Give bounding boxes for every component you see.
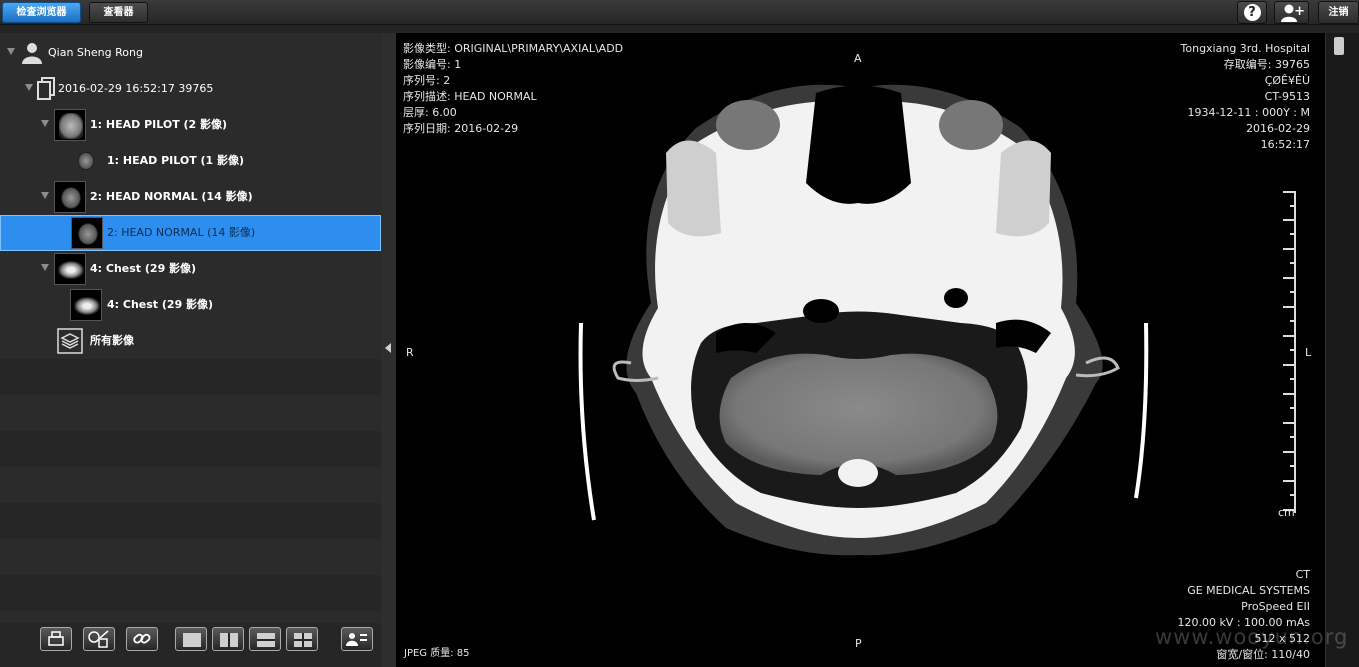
orientation-anterior: A bbox=[854, 52, 862, 65]
tree-item-series-2-selected[interactable]: 2: HEAD NORMAL (14 影像) bbox=[0, 215, 381, 251]
collapse-arrow-icon[interactable] bbox=[385, 343, 391, 353]
link-button[interactable] bbox=[126, 627, 158, 651]
overlay-birth-age-sex: 1934-12-11 : 000Y : M bbox=[1187, 106, 1310, 119]
top-toolbar: 检查浏览器 查看器 ? + 注销 bbox=[0, 0, 1359, 25]
tree-item-series-4-image[interactable]: 4: Chest (29 影像) bbox=[0, 287, 381, 323]
add-user-button[interactable]: + bbox=[1274, 1, 1309, 24]
expand-arrow-icon[interactable] bbox=[25, 84, 33, 91]
patient-name: Qian Sheng Rong bbox=[48, 46, 143, 59]
annotate-button[interactable] bbox=[83, 627, 115, 651]
overlay-window-level: 窗宽/窗位: 110/40 bbox=[1216, 648, 1310, 661]
series-thumbnail bbox=[54, 253, 86, 285]
overlay-modality: CT bbox=[1295, 568, 1310, 581]
shapes-icon bbox=[88, 630, 109, 648]
patient-card-icon bbox=[346, 633, 367, 646]
layout-2x1-button[interactable] bbox=[249, 627, 281, 651]
tree-item-patient[interactable]: Qian Sheng Rong bbox=[0, 35, 381, 71]
image-label: 4: Chest (29 影像) bbox=[107, 298, 214, 311]
panel-collapse-handle[interactable] bbox=[381, 33, 396, 667]
empty-row bbox=[0, 467, 381, 503]
expand-arrow-icon[interactable] bbox=[41, 264, 49, 271]
expand-arrow-icon[interactable] bbox=[41, 120, 49, 127]
overlay-accession-number: 存取编号: 39765 bbox=[1223, 58, 1310, 71]
link-icon bbox=[133, 633, 151, 644]
dicom-viewer-app: 检查浏览器 查看器 ? + 注销 Qian Sheng Rong 2016-02… bbox=[0, 0, 1359, 667]
layout-2x1-icon bbox=[257, 633, 275, 647]
patient-icon bbox=[22, 43, 42, 64]
tree-item-series-1-image[interactable]: 1: HEAD PILOT (1 影像) bbox=[0, 143, 381, 179]
series-label: 1: HEAD PILOT (2 影像) bbox=[90, 118, 228, 131]
empty-row bbox=[0, 503, 381, 539]
overlay-series-date: 序列日期: 2016-02-29 bbox=[403, 122, 519, 135]
tab-viewer[interactable]: 查看器 bbox=[89, 2, 148, 23]
image-thumbnail bbox=[71, 217, 103, 249]
tree-item-series-2[interactable]: 2: HEAD NORMAL (14 影像) bbox=[0, 179, 381, 215]
overlay-image-type: 影像类型: ORIGINAL\PRIMARY\AXIAL\ADD bbox=[403, 42, 624, 55]
empty-row bbox=[0, 395, 381, 431]
scrollbar-thumb[interactable] bbox=[1334, 37, 1344, 55]
series-thumbnail bbox=[54, 109, 86, 141]
overlay-series-description: 序列描述: HEAD NORMAL bbox=[403, 90, 537, 103]
overlay-top-right: Tongxiang 3rd. Hospital 存取编号: 39765 ÇØÊ¥… bbox=[1181, 41, 1310, 153]
tree-item-series-4[interactable]: 4: Chest (29 影像) bbox=[0, 251, 381, 287]
image-thumbnail bbox=[70, 145, 102, 177]
tab-study-browser[interactable]: 检查浏览器 bbox=[2, 2, 81, 23]
overlay-slice-thickness: 层厚: 6.00 bbox=[403, 106, 457, 119]
expand-arrow-icon[interactable] bbox=[41, 192, 49, 199]
series-label: 2: HEAD NORMAL (14 影像) bbox=[90, 190, 253, 203]
empty-row bbox=[0, 575, 381, 611]
study-label: 2016-02-29 16:52:17 39765 bbox=[58, 82, 214, 95]
layout-1x2-icon bbox=[220, 633, 238, 647]
print-button[interactable] bbox=[40, 627, 72, 651]
print-icon bbox=[48, 631, 64, 646]
help-icon: ? bbox=[1243, 4, 1261, 21]
empty-row bbox=[0, 431, 381, 467]
overlay-study-date: 2016-02-29 bbox=[1246, 122, 1310, 135]
series-label: 4: Chest (29 影像) bbox=[90, 262, 197, 275]
overlay-series-number: 序列号: 2 bbox=[403, 74, 451, 87]
ruler-unit-label: cm bbox=[1278, 506, 1295, 519]
layout-1x1-button[interactable] bbox=[175, 627, 207, 651]
tree-item-study[interactable]: 2016-02-29 16:52:17 39765 bbox=[0, 71, 381, 107]
watermark-text: www.wooyun.org bbox=[1155, 625, 1349, 649]
image-viewport[interactable]: 影像类型: ORIGINAL\PRIMARY\AXIAL\ADD 影像编号: 1… bbox=[396, 33, 1325, 667]
all-images-label: 所有影像 bbox=[90, 334, 134, 347]
overlay-patient-name: ÇØÊ¥ÈÙ bbox=[1264, 74, 1310, 87]
overlay-study-time: 16:52:17 bbox=[1260, 138, 1310, 151]
overlay-model: ProSpeed EII bbox=[1241, 600, 1310, 613]
layout-2x2-button[interactable] bbox=[286, 627, 318, 651]
image-label: 1: HEAD PILOT (1 影像) bbox=[107, 154, 245, 167]
empty-row bbox=[0, 539, 381, 575]
scale-ruler bbox=[1276, 191, 1306, 513]
layout-1x1-icon bbox=[183, 633, 201, 647]
layout-2x2-icon bbox=[294, 633, 312, 647]
add-user-plus: + bbox=[1294, 4, 1305, 19]
series-thumbnail bbox=[54, 181, 86, 213]
study-document-icon bbox=[37, 77, 55, 100]
help-button[interactable]: ? bbox=[1237, 1, 1267, 24]
bottom-toolbar bbox=[0, 623, 381, 667]
expand-arrow-icon[interactable] bbox=[7, 48, 15, 55]
image-label: 2: HEAD NORMAL (14 影像) bbox=[107, 226, 256, 239]
empty-row bbox=[0, 359, 381, 395]
overlay-top-left: 影像类型: ORIGINAL\PRIMARY\AXIAL\ADD 影像编号: 1… bbox=[403, 41, 623, 137]
orientation-posterior: P bbox=[855, 637, 862, 650]
tree-item-series-1[interactable]: 1: HEAD PILOT (2 影像) bbox=[0, 107, 381, 143]
overlay-image-number: 影像编号: 1 bbox=[403, 58, 462, 71]
overlay-hospital: Tongxiang 3rd. Hospital bbox=[1180, 42, 1310, 55]
patient-info-button[interactable] bbox=[341, 627, 373, 651]
image-scrollbar[interactable] bbox=[1325, 33, 1359, 667]
logout-button[interactable]: 注销 bbox=[1318, 1, 1359, 24]
layout-1x2-button[interactable] bbox=[212, 627, 244, 651]
study-tree-panel: Qian Sheng Rong 2016-02-29 16:52:17 3976… bbox=[0, 33, 381, 667]
tree-item-all-images[interactable]: 所有影像 bbox=[0, 323, 381, 359]
overlay-manufacturer: GE MEDICAL SYSTEMS bbox=[1187, 584, 1310, 597]
orientation-right: R bbox=[406, 346, 414, 359]
layers-icon bbox=[57, 328, 83, 354]
image-thumbnail bbox=[70, 289, 102, 321]
overlay-jpeg-quality: JPEG 质量: 85 bbox=[404, 648, 470, 659]
overlay-patient-id: CT-9513 bbox=[1264, 90, 1310, 103]
